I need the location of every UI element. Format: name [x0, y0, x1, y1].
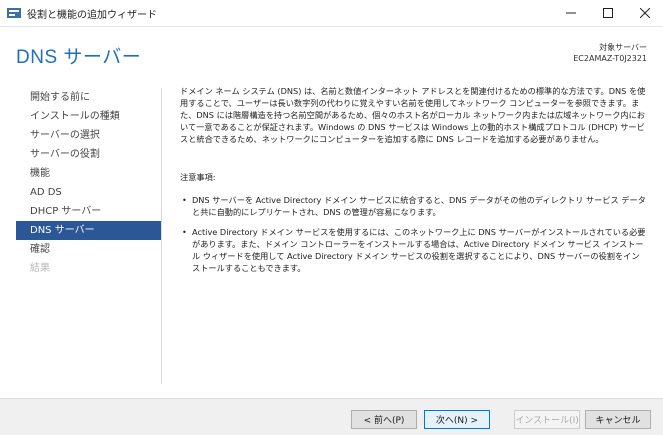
nav-item-ad-ds[interactable]: AD DS: [16, 183, 161, 202]
nav-item-dhcp-server[interactable]: DHCP サーバー: [16, 202, 161, 221]
close-icon: [640, 8, 650, 18]
install-button: インストール(I): [514, 410, 580, 429]
nav-item-before-you-begin[interactable]: 開始する前に: [16, 88, 161, 107]
cancel-button[interactable]: キャンセル: [585, 410, 651, 429]
list-item: • Active Directory ドメイン サービスを使用するには、このネッ…: [180, 226, 646, 274]
wizard-nav: 開始する前に インストールの種類 サーバーの選択 サーバーの役割 機能 AD D…: [16, 88, 161, 278]
nav-item-dns-server[interactable]: DNS サーバー: [16, 221, 161, 240]
nav-item-installation-type[interactable]: インストールの種類: [16, 107, 161, 126]
previous-button[interactable]: < 前へ(P): [351, 410, 417, 429]
bullet-text: DNS サーバーを Active Directory ドメイン サービスに統合す…: [192, 195, 646, 217]
footer-bar: < 前へ(P) 次へ(N) > インストール(I) キャンセル: [0, 398, 663, 435]
nav-item-server-selection[interactable]: サーバーの選択: [16, 126, 161, 145]
nav-divider: [161, 88, 162, 384]
title-bar: 役割と機能の追加ウィザード: [0, 0, 663, 27]
list-item: • DNS サーバーを Active Directory ドメイン サービスに統…: [180, 194, 646, 218]
content-panel: ドメイン ネーム システム (DNS) は、名前と数値インターネット アドレスと…: [180, 85, 646, 282]
maximize-button[interactable]: [590, 0, 626, 26]
server-manager-icon: [7, 8, 21, 18]
notes-title: 注意事項:: [180, 172, 216, 182]
close-button[interactable]: [627, 0, 663, 26]
notes-list: • DNS サーバーを Active Directory ドメイン サービスに統…: [180, 194, 646, 274]
target-server-label: 対象サーバー: [599, 43, 647, 52]
target-server-name: EC2AMAZ-T0J2321: [573, 54, 647, 63]
nav-item-features[interactable]: 機能: [16, 164, 161, 183]
nav-item-server-roles[interactable]: サーバーの役割: [16, 145, 161, 164]
page-title: DNS サーバー: [16, 47, 142, 68]
minimize-icon: [566, 12, 576, 14]
nav-item-results: 結果: [30, 263, 50, 274]
bullet-icon: •: [182, 195, 187, 205]
bullet-text: Active Directory ドメイン サービスを使用するには、このネットワ…: [192, 227, 646, 273]
intro-text: ドメイン ネーム システム (DNS) は、名前と数値インターネット アドレスと…: [180, 86, 646, 144]
nav-item-confirmation[interactable]: 確認: [16, 240, 161, 259]
window-title: 役割と機能の追加ウィザード: [27, 10, 157, 21]
maximize-icon: [603, 8, 613, 18]
next-button[interactable]: 次へ(N) >: [424, 410, 490, 429]
minimize-button[interactable]: [553, 0, 589, 26]
bullet-icon: •: [182, 227, 187, 237]
